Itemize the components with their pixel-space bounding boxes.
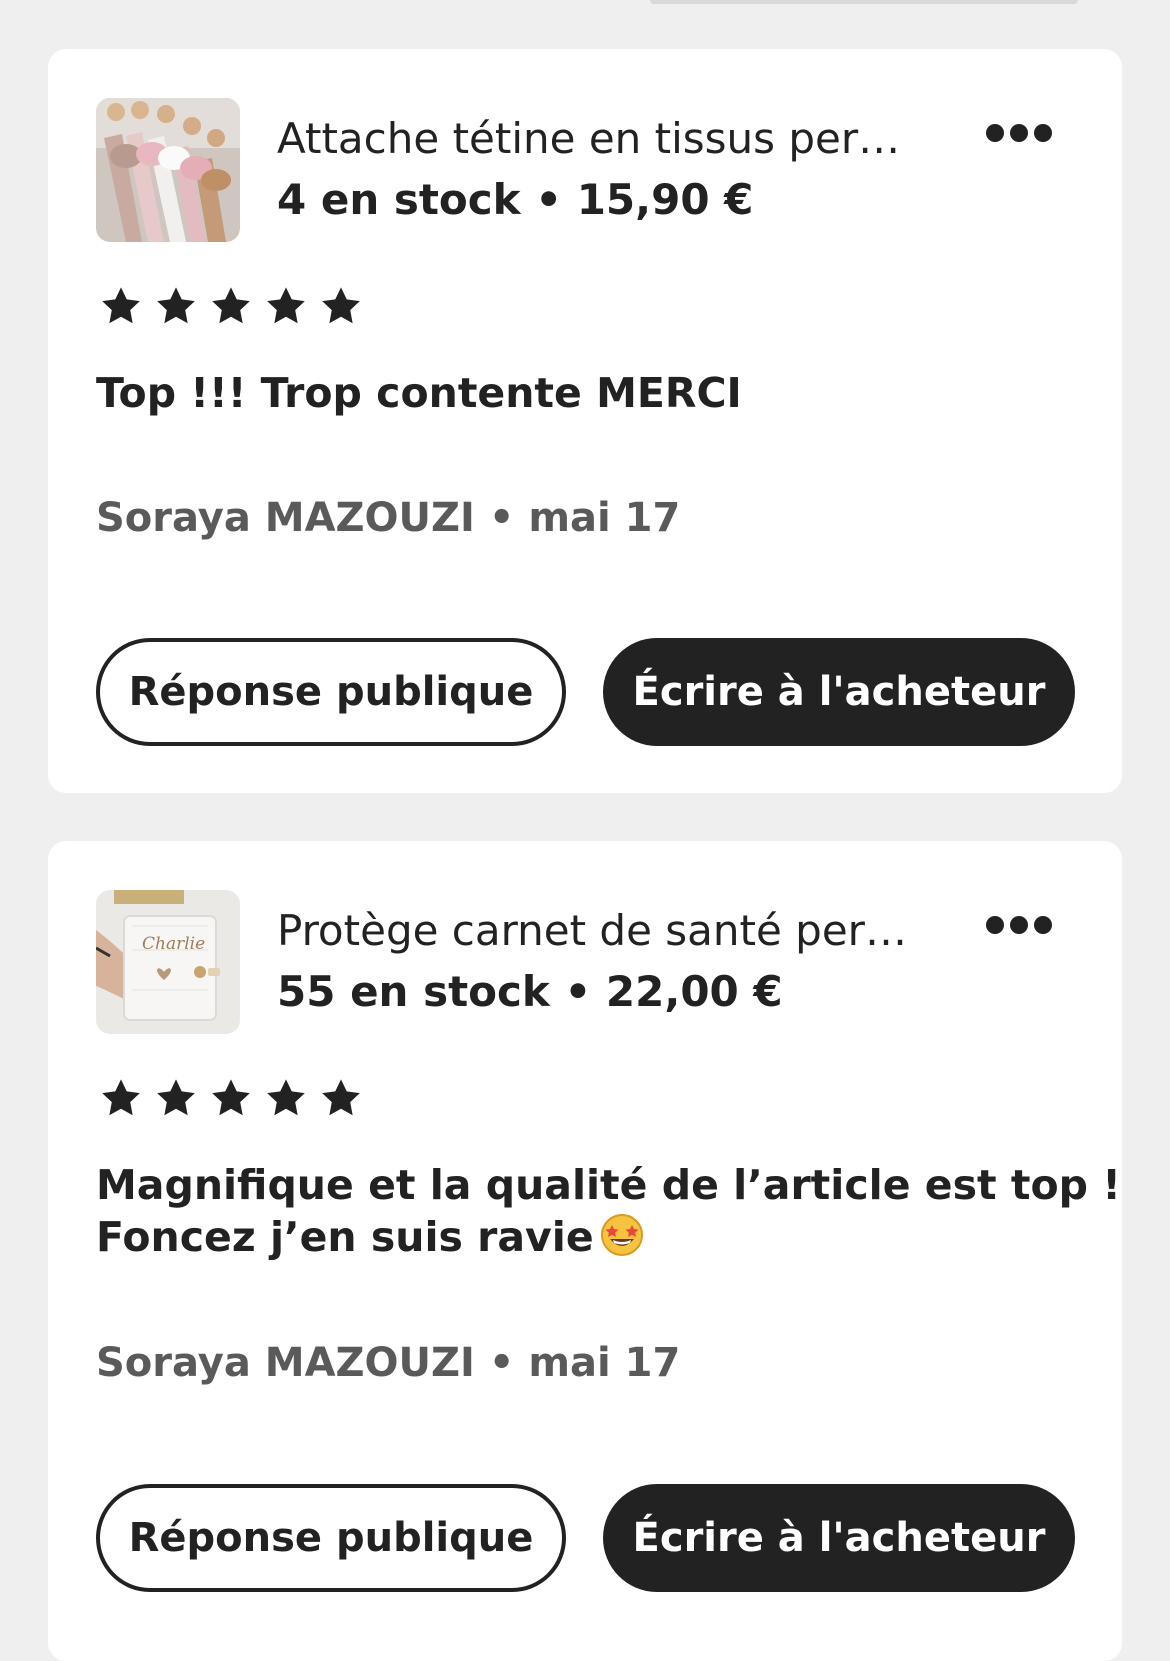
review-text-line: Magnifique et la qualité de l’article es… xyxy=(96,1161,1121,1209)
product-stock-price: 55 en stock • 22,00 € xyxy=(277,967,783,1016)
product-thumbnail[interactable] xyxy=(96,98,240,242)
product-title[interactable]: Attache tétine en tissus per… xyxy=(277,113,917,165)
review-text: Top !!! Trop contente MERCI xyxy=(96,367,1076,419)
thumbnail-embroidery-text: Charlie xyxy=(142,934,206,954)
more-dot xyxy=(1010,124,1028,142)
star-icon xyxy=(322,1079,360,1116)
star-icon xyxy=(102,1079,140,1116)
star-icon xyxy=(212,1079,250,1116)
star-icon xyxy=(267,287,305,324)
more-dot xyxy=(1034,124,1052,142)
product-stock-price: 4 en stock • 15,90 € xyxy=(277,175,754,224)
more-dot xyxy=(1010,916,1028,934)
star-struck-emoji xyxy=(600,1214,643,1256)
product-thumbnail[interactable]: Charlie xyxy=(96,890,240,1034)
public-reply-button[interactable]: Réponse publique xyxy=(96,638,566,746)
review-text-line: Top !!! Trop contente MERCI xyxy=(96,369,742,417)
review-text-line: Foncez j’en suis ravie xyxy=(96,1213,594,1261)
star-icon xyxy=(267,1079,305,1116)
star-icon xyxy=(322,287,360,324)
star-icon xyxy=(157,1079,195,1116)
review-card: Attache tétine en tissus per… 4 en stock… xyxy=(48,49,1122,793)
public-reply-button[interactable]: Réponse publique xyxy=(96,1484,566,1592)
star-rating xyxy=(100,1078,362,1118)
star-icon xyxy=(102,287,140,324)
more-dots-icon xyxy=(986,124,1004,142)
pacifier-clips-photo xyxy=(96,98,240,242)
review-text-line-with-emoji: Foncez j’en suis ravie xyxy=(96,1211,1076,1263)
message-buyer-button[interactable]: Écrire à l'acheteur xyxy=(603,638,1075,746)
more-options-button[interactable] xyxy=(974,113,1064,153)
health-book-cover-photo xyxy=(96,890,240,1034)
review-card: Charlie Protège carnet de santé per… 55 … xyxy=(48,841,1122,1661)
more-dot xyxy=(1034,916,1052,934)
reviewer-and-date: Soraya MAZOUZI • mai 17 xyxy=(96,495,681,541)
review-text: Magnifique et la qualité de l’article es… xyxy=(96,1159,1121,1263)
star-icon xyxy=(212,287,250,324)
product-title[interactable]: Protège carnet de santé per… xyxy=(277,905,917,957)
more-dots-icon xyxy=(986,916,1004,934)
message-buyer-button[interactable]: Écrire à l'acheteur xyxy=(603,1484,1075,1592)
star-rating xyxy=(100,286,362,326)
top-divider xyxy=(650,0,1078,4)
reviewer-and-date: Soraya MAZOUZI • mai 17 xyxy=(96,1340,681,1386)
star-icon xyxy=(157,287,195,324)
more-options-button[interactable] xyxy=(974,905,1064,945)
